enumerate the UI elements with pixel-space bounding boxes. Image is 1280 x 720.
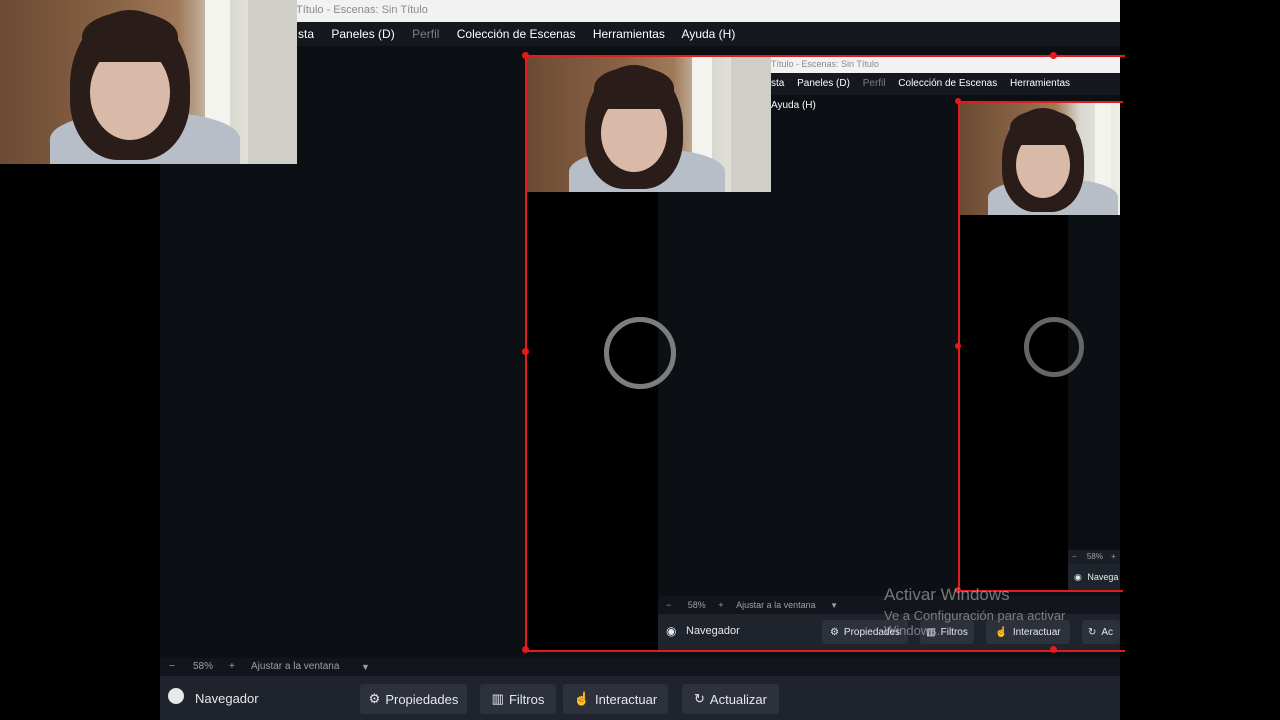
- window-title: Título - Escenas: Sin Título: [296, 4, 428, 16]
- selection-handle-left[interactable]: [522, 348, 529, 355]
- menu-item-ayuda[interactable]: Ayuda (H): [682, 27, 736, 41]
- properties-button[interactable]: ⚙ Propiedades: [360, 684, 467, 714]
- menu-bar: sta Paneles (D) Perfil Colección de Esce…: [296, 22, 1120, 46]
- selection-handle-bl[interactable]: [522, 646, 529, 653]
- fit-to-window-button[interactable]: Ajustar a la ventana: [251, 658, 339, 676]
- inner-selection-handle-tl: [955, 98, 961, 104]
- menu-item-herramientas[interactable]: Herramientas: [593, 27, 665, 41]
- menu-item-perfil[interactable]: Perfil: [412, 27, 439, 41]
- zoom-out-button[interactable]: −: [169, 658, 175, 676]
- webcam-feed: [0, 0, 297, 164]
- zoom-bar: − 58% + Ajustar a la ventana ▼: [160, 658, 1120, 676]
- chevron-down-icon[interactable]: ▼: [361, 658, 370, 676]
- menu-item-coleccion[interactable]: Colección de Escenas: [457, 27, 576, 41]
- selection-handle-bottom[interactable]: [1050, 646, 1057, 653]
- globe-icon: [168, 688, 184, 704]
- source-label: Navegador: [195, 691, 259, 706]
- refresh-icon: ↻: [694, 691, 705, 706]
- refresh-button[interactable]: ↻ Actualizar: [682, 684, 779, 714]
- watermark-title: Activar Windows: [884, 585, 1010, 604]
- window-title-bar: Título - Escenas: Sin Título: [296, 0, 1120, 22]
- filter-icon: ▥: [491, 691, 504, 706]
- selection-handle-tl[interactable]: [522, 52, 529, 59]
- gear-icon: ⚙: [368, 691, 381, 706]
- watermark-line-2: Windows.: [884, 623, 941, 638]
- menu-item-paneles[interactable]: Paneles (D): [331, 27, 394, 41]
- interact-button[interactable]: ☝ Interactuar: [563, 684, 668, 714]
- watermark-line: Ve a Configuración para activar: [884, 608, 1066, 623]
- activate-windows-watermark: Activar Windows Ve a Configuración para …: [884, 585, 1120, 645]
- menu-item-vista[interactable]: sta: [298, 27, 314, 41]
- selection-handle-top[interactable]: [1050, 52, 1057, 59]
- hand-pointer-icon: ☝: [573, 691, 591, 706]
- zoom-in-button[interactable]: +: [229, 658, 235, 676]
- zoom-level: 58%: [193, 661, 214, 672]
- source-toolbar: Navegador ⚙ Propiedades ▥ Filtros ☝ Interac…: [160, 676, 1120, 720]
- filters-button[interactable]: ▥ Filtros: [480, 684, 556, 714]
- inner-selection-handle-left: [955, 343, 961, 349]
- selection-box-inner: [958, 101, 1123, 592]
